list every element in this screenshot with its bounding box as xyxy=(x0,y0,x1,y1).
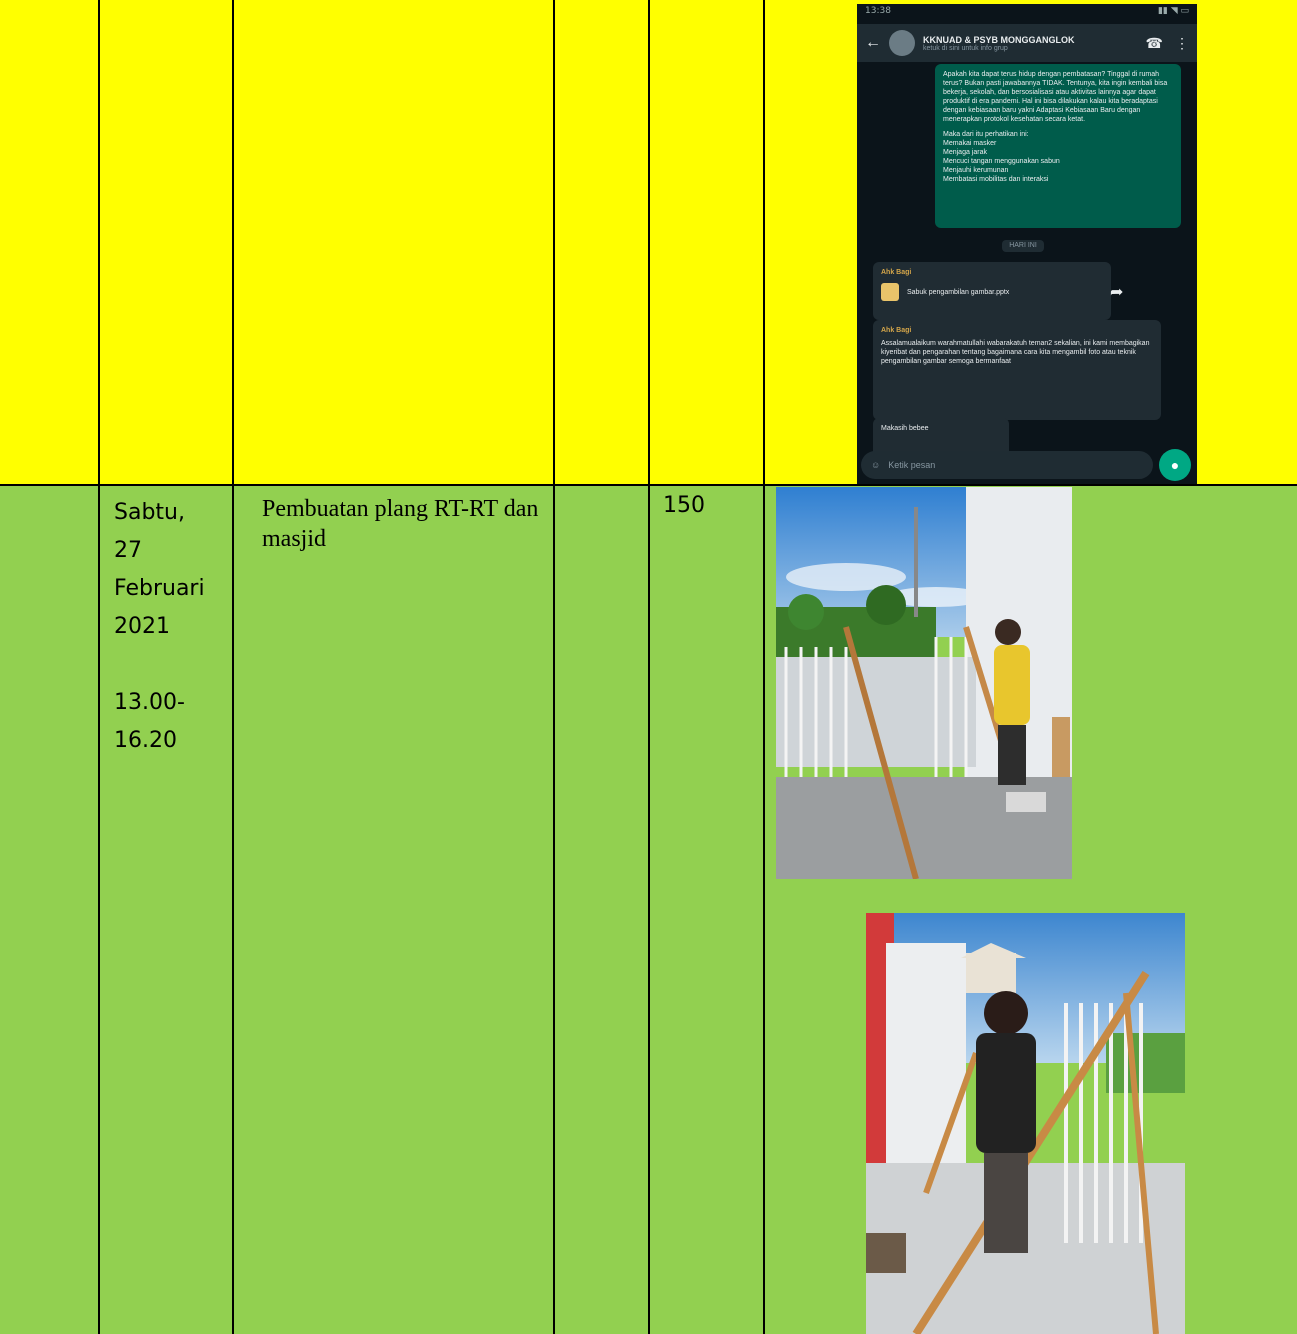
reply-message-text: Assalamualaikum warahmatullahi wabarakat… xyxy=(881,340,1150,365)
message-list-item: Menjauhi kerumunan xyxy=(943,167,1009,174)
forward-icon: ➦ xyxy=(1110,284,1124,301)
more-menu-icon: ⋮ xyxy=(1175,34,1189,51)
boy-holding-frame-photo xyxy=(866,913,1185,1334)
message-list-item: Membatasi mobilitas dan interaksi xyxy=(943,176,1049,183)
file-icon xyxy=(881,283,899,301)
activity-description: Pembuatan plang RT-RT dan masjid xyxy=(262,496,539,552)
emoji-icon: ☺ xyxy=(871,460,881,470)
column-divider xyxy=(763,0,765,1334)
column-divider xyxy=(553,0,555,1334)
man-cutting-wood-photo xyxy=(776,487,1072,879)
group-subtitle: ketuk di sini untuk info grup xyxy=(923,44,1008,52)
date-line: Sabtu, xyxy=(114,500,185,525)
column-divider xyxy=(232,0,234,1334)
message-list-intro: Maka dari itu perhatikan ini: xyxy=(943,131,1029,138)
group-avatar xyxy=(889,30,915,56)
date-line: 2021 xyxy=(114,614,170,639)
file-name: Sabuk pengambilan gambar.pptx xyxy=(906,288,1010,296)
activity-date: Sabtu, 27 Februari 2021 13.00- 16.20 xyxy=(114,494,224,760)
file-sender: Ahk Bagi xyxy=(881,269,912,276)
message-main-text: Apakah kita dapat terus hidup dengan pem… xyxy=(943,71,1168,123)
column-divider xyxy=(648,0,650,1334)
activity-value: 150 xyxy=(663,493,705,518)
message-input-placeholder: Ketik pesan xyxy=(888,460,936,470)
chat-header: ← KKNUAD & PSYB MONGGANGLOK ketuk di sin… xyxy=(857,24,1197,62)
short-reply-text: Makasih bebee xyxy=(881,425,929,432)
message-list-item: Menjaga jarak xyxy=(943,149,987,156)
phone-status-bar: 13:38 ▮▮ ◥ ▭ xyxy=(857,4,1197,24)
back-arrow-icon: ← xyxy=(865,34,881,51)
date-line: Februari xyxy=(114,576,205,601)
microphone-icon: ● xyxy=(1159,449,1191,481)
message-list-item: Mencuci tangan menggunakan sabun xyxy=(943,158,1060,165)
group-title: KKNUAD & PSYB MONGGANGLOK xyxy=(923,34,1075,45)
date-pill: HARI INI xyxy=(1002,240,1044,252)
time-line: 13.00- xyxy=(114,690,185,715)
column-divider xyxy=(98,0,100,1334)
message-bubble-main: Apakah kita dapat terus hidup dengan pem… xyxy=(935,64,1181,228)
call-icon: ☎ xyxy=(1145,34,1163,51)
reply-sender: Ahk Bagi xyxy=(881,327,912,334)
message-list-item: Memakai masker xyxy=(943,140,997,147)
time-line: 16.20 xyxy=(114,728,177,753)
message-input: ☺ Ketik pesan xyxy=(861,451,1153,479)
status-time: 13:38 xyxy=(865,6,891,16)
file-message-bubble: Ahk Bagi Sabuk pengambilan gambar.pptx xyxy=(873,262,1111,320)
signal-battery-icon: ▮▮ ◥ ▭ xyxy=(1157,6,1189,16)
date-line: 27 xyxy=(114,538,142,563)
whatsapp-screenshot: 13:38 ▮▮ ◥ ▭ ← KKNUAD & PSYB MONGGANGLOK… xyxy=(857,4,1197,485)
reply-message-bubble: Ahk Bagi Assalamualaikum warahmatullahi … xyxy=(873,320,1161,420)
